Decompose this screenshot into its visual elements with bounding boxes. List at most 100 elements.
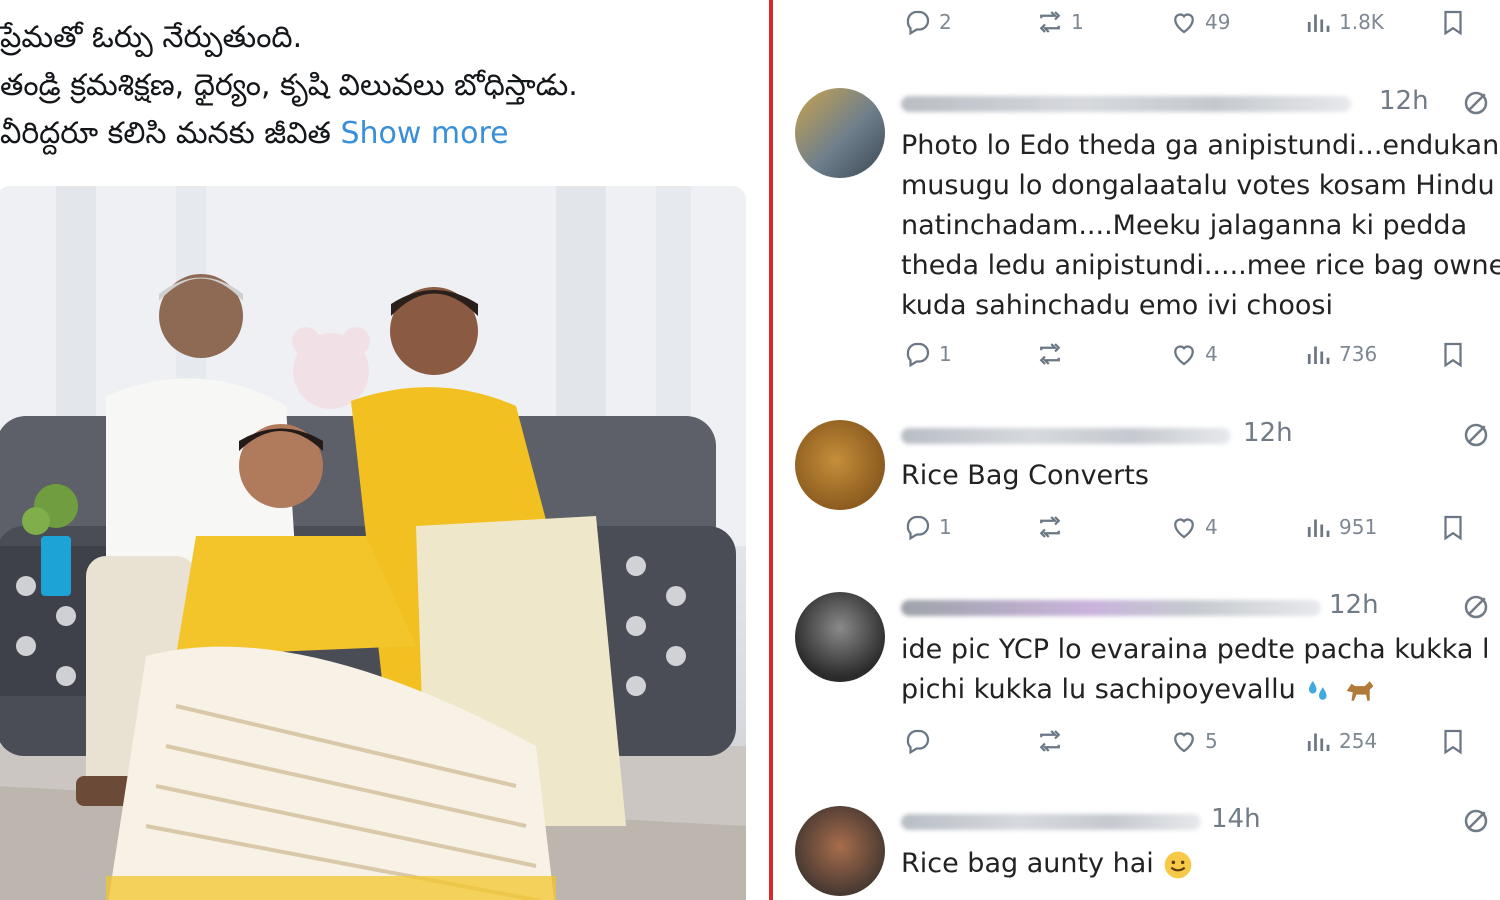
retweet-button[interactable] — [1035, 721, 1065, 761]
reply-text-line-1: Rice bag aunty hai — [901, 848, 1154, 879]
reply-text-line: Rice bag aunty hai — [901, 844, 1194, 884]
view-count: 736 — [1339, 342, 1378, 366]
view-count: 254 — [1339, 729, 1378, 753]
views-button[interactable]: 254 — [1303, 721, 1377, 761]
avatar[interactable] — [795, 806, 885, 896]
show-more-link[interactable]: Show more — [340, 116, 508, 151]
reply-item[interactable]: 14h Rice bag aunty hai — [773, 802, 1500, 900]
post-text-line: ప్రేమతో ఓర్పు నేర్పుతుంది. — [0, 20, 303, 55]
reply-timestamp: 12h — [1243, 418, 1293, 448]
reply-timestamp: 12h — [1329, 590, 1379, 620]
like-count: 5 — [1205, 729, 1218, 753]
reply-button[interactable]: 2 — [903, 2, 952, 42]
like-button[interactable]: 4 — [1169, 334, 1218, 374]
original-post: ప్రేమతో ఓర్పు నేర్పుతుంది. తండ్రి క్రమశి… — [0, 0, 768, 900]
reply-header: 12h — [901, 84, 1491, 124]
like-count: 4 — [1205, 515, 1218, 539]
bookmark-button[interactable] — [1438, 334, 1468, 374]
heart-icon — [1174, 13, 1194, 34]
post-text: ప్రేమతో ఓర్పు నేర్పుతుంది. తండ్రి క్రమశి… — [0, 14, 578, 158]
like-count: 4 — [1205, 342, 1218, 366]
blurred-username — [901, 428, 1231, 444]
blurred-username — [901, 814, 1201, 830]
reply-text-line: natinchadam....Meeku jalaganna ki pedda — [901, 210, 1468, 241]
reply-action-bar: 5 254 — [773, 721, 1500, 761]
reply-text-line: ide pic YCP lo evaraina pedte pacha kukk… — [901, 634, 1490, 665]
grinning-face-icon — [1165, 851, 1192, 878]
dog-icon — [1346, 680, 1374, 701]
sweat-droplets-icon — [1309, 680, 1327, 700]
heart-icon — [1174, 518, 1194, 539]
reply-button[interactable]: 1 — [903, 507, 952, 547]
avatar[interactable] — [795, 420, 885, 510]
post-text-line-3: వీరిద్దరూ కలిసి మనకు జీవిత — [0, 116, 331, 151]
views-button[interactable]: 736 — [1303, 334, 1377, 374]
reply-text: Rice Bag Converts — [901, 456, 1149, 496]
bookmark-button[interactable] — [1438, 721, 1468, 761]
retweet-icon — [1039, 11, 1061, 33]
speech-bubble-icon — [906, 515, 930, 541]
retweet-button[interactable] — [1035, 507, 1065, 547]
grok-icon[interactable] — [1461, 420, 1491, 450]
post-photo[interactable] — [0, 186, 746, 900]
reply-header: 14h — [901, 802, 1491, 842]
bookmark-button[interactable] — [1438, 2, 1468, 42]
grok-icon[interactable] — [1461, 592, 1491, 622]
speech-bubble-icon — [906, 729, 930, 755]
like-button[interactable]: 49 — [1169, 2, 1230, 42]
bookmark-icon — [1444, 342, 1462, 368]
replies-panel: 2 1 49 1.8K 12h Photo lo Edo theda ga an… — [773, 0, 1500, 900]
bookmark-icon — [1444, 515, 1462, 541]
bookmark-icon — [1444, 10, 1462, 36]
reply-text-line: kuda sahinchadu emo ivi choosi — [901, 290, 1333, 321]
reply-button[interactable] — [903, 721, 933, 761]
views-button[interactable]: 1.8K — [1303, 2, 1384, 42]
reply-action-bar: 1 4 951 — [773, 507, 1500, 547]
views-button[interactable]: 951 — [1303, 507, 1377, 547]
grok-icon[interactable] — [1461, 88, 1491, 118]
speech-bubble-icon — [906, 10, 930, 36]
reply-text-line: pichi kukka lu sachipoyevallu — [901, 670, 1490, 710]
retweet-button[interactable] — [1035, 334, 1065, 374]
grok-icon[interactable] — [1461, 806, 1491, 836]
bookmark-button[interactable] — [1438, 507, 1468, 547]
bookmark-icon — [1444, 729, 1462, 755]
reply-count: 1 — [939, 515, 952, 539]
speech-bubble-icon — [906, 342, 930, 368]
reply-text: ide pic YCP lo evaraina pedte pacha kukk… — [901, 630, 1490, 710]
retweet-button[interactable]: 1 — [1035, 2, 1084, 42]
reply-item[interactable]: 12h ide pic YCP lo evaraina pedte pacha … — [773, 588, 1500, 728]
reply-timestamp: 12h — [1379, 86, 1429, 116]
retweet-count: 1 — [1071, 10, 1084, 34]
reply-text-line: theda ledu anipistundi.....mee rice bag … — [901, 250, 1500, 281]
reply-timestamp: 14h — [1211, 804, 1261, 834]
bar-chart-icon — [1307, 519, 1330, 537]
heart-icon — [1174, 732, 1194, 753]
avatar[interactable] — [795, 88, 885, 178]
view-count: 1.8K — [1339, 10, 1384, 34]
view-count: 951 — [1339, 515, 1378, 539]
retweet-icon — [1039, 730, 1061, 752]
bar-chart-icon — [1307, 733, 1330, 751]
reply-header: 12h — [901, 588, 1491, 628]
like-button[interactable]: 5 — [1169, 721, 1218, 761]
reply-count: 1 — [939, 342, 952, 366]
retweet-icon — [1039, 516, 1061, 538]
bar-chart-icon — [1307, 14, 1330, 32]
family-photo-illustration — [0, 186, 746, 900]
like-button[interactable]: 4 — [1169, 507, 1218, 547]
reply-text-line: musugu lo dongalaatalu votes kosam Hindu — [901, 170, 1495, 201]
reply-count: 2 — [939, 10, 952, 34]
avatar[interactable] — [795, 592, 885, 682]
reply-item[interactable]: 12h Rice Bag Converts — [773, 416, 1500, 516]
reply-button[interactable]: 1 — [903, 334, 952, 374]
bar-chart-icon — [1307, 346, 1330, 364]
heart-icon — [1174, 345, 1194, 366]
reply-header: 12h — [901, 416, 1491, 456]
post-text-line: వీరిద్దరూ కలిసి మనకు జీవిత Show more — [0, 110, 578, 158]
reply-text-line-2: pichi kukka lu sachipoyevallu — [901, 674, 1296, 705]
reply-text-line: Photo lo Edo theda ga anipistundi...endu… — [901, 130, 1500, 161]
reply-text: Rice bag aunty hai — [901, 844, 1194, 884]
reply-action-bar: 1 4 736 — [773, 334, 1500, 374]
blurred-username — [901, 96, 1351, 112]
